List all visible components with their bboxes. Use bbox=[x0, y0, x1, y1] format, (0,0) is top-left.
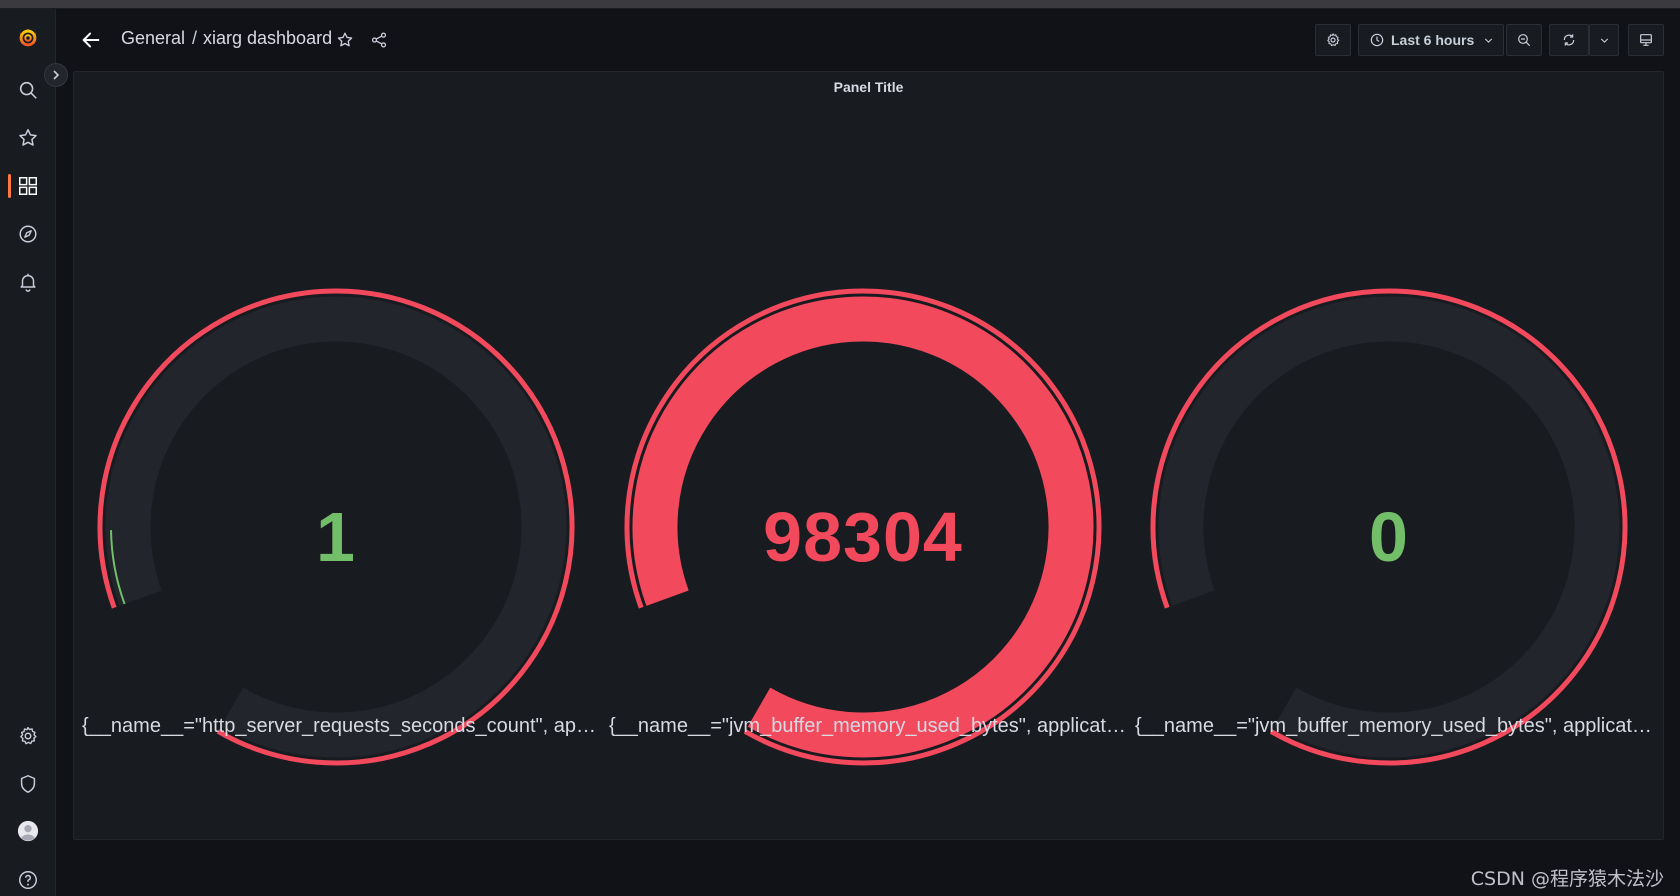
gauge-1-value: 1 bbox=[316, 498, 356, 576]
time-picker-button[interactable]: Last 6 hours bbox=[1358, 24, 1504, 56]
clock-icon bbox=[1370, 33, 1384, 47]
sidebar-item-search[interactable] bbox=[13, 75, 43, 105]
dashboard-navbar: General / xiarg dashboard Last 6 hours bbox=[56, 9, 1680, 71]
chevron-down-icon bbox=[1600, 37, 1608, 43]
active-indicator bbox=[8, 174, 11, 198]
sidebar-item-dashboards[interactable] bbox=[13, 171, 43, 201]
gauge-3-value: 0 bbox=[1369, 498, 1409, 576]
sidebar-expand-button[interactable] bbox=[44, 63, 68, 87]
sidebar-item-alerting[interactable] bbox=[13, 267, 43, 297]
gauge-3: 0 bbox=[1129, 272, 1649, 766]
grafana-logo-icon bbox=[19, 28, 37, 47]
gauge-panel[interactable]: Panel Title 1 {__name__="http_server_req… bbox=[73, 71, 1664, 840]
chevron-down-icon bbox=[1485, 37, 1493, 43]
search-icon bbox=[19, 81, 37, 99]
gauge-1: 1 bbox=[76, 272, 596, 766]
sidebar-item-configuration[interactable] bbox=[13, 721, 43, 751]
gear-icon bbox=[1327, 33, 1340, 47]
zoom-out-icon bbox=[1518, 34, 1531, 47]
question-icon bbox=[19, 871, 37, 889]
sidebar-item-explore[interactable] bbox=[13, 219, 43, 249]
star-icon bbox=[19, 129, 37, 146]
grafana-logo[interactable] bbox=[13, 23, 43, 53]
dashboard-title[interactable]: xiarg dashboard bbox=[203, 28, 332, 49]
dashboard-settings-button[interactable] bbox=[1315, 24, 1351, 56]
sidebar bbox=[0, 9, 68, 896]
panel-title[interactable]: Panel Title bbox=[74, 79, 1663, 95]
gauge-1-label: {__name__="http_server_requests_seconds_… bbox=[82, 715, 602, 737]
sidebar-item-help[interactable] bbox=[13, 865, 43, 895]
breadcrumb-folder[interactable]: General bbox=[121, 28, 185, 49]
share-button[interactable] bbox=[367, 28, 391, 52]
refresh-icon bbox=[1563, 34, 1575, 46]
bell-icon bbox=[20, 273, 36, 292]
gauge-3-label: {__name__="jvm_buffer_memory_used_bytes"… bbox=[1135, 715, 1655, 737]
gauge-2-value: 98304 bbox=[763, 498, 963, 576]
share-icon bbox=[371, 32, 387, 48]
gauge-2: 98304 bbox=[603, 272, 1123, 766]
time-range-label: Last 6 hours bbox=[1391, 32, 1475, 48]
monitor-icon bbox=[1640, 34, 1652, 46]
cycle-view-mode-button[interactable] bbox=[1628, 24, 1664, 56]
sidebar-item-starred[interactable] bbox=[13, 123, 43, 153]
back-button[interactable] bbox=[78, 27, 104, 53]
chevron-right-icon bbox=[53, 70, 60, 80]
zoom-out-button[interactable] bbox=[1506, 24, 1542, 56]
refresh-interval-dropdown[interactable] bbox=[1589, 24, 1619, 56]
sidebar-item-server-admin[interactable] bbox=[13, 769, 43, 799]
gauge-2-label: {__name__="jvm_buffer_memory_used_bytes"… bbox=[609, 715, 1129, 737]
refresh-button[interactable] bbox=[1549, 24, 1589, 56]
window-top-strip bbox=[0, 0, 1680, 9]
gear-icon bbox=[20, 726, 37, 745]
apps-icon bbox=[19, 177, 37, 195]
arrow-left-icon bbox=[82, 32, 100, 48]
favorite-button[interactable] bbox=[333, 28, 357, 52]
watermark: CSDN @程序猿木法沙 bbox=[1470, 868, 1664, 890]
star-icon bbox=[337, 32, 353, 47]
compass-icon bbox=[19, 225, 37, 243]
avatar bbox=[17, 820, 39, 842]
breadcrumb-separator: / bbox=[192, 28, 198, 48]
sidebar-item-profile[interactable] bbox=[13, 816, 43, 846]
shield-icon bbox=[20, 775, 36, 793]
